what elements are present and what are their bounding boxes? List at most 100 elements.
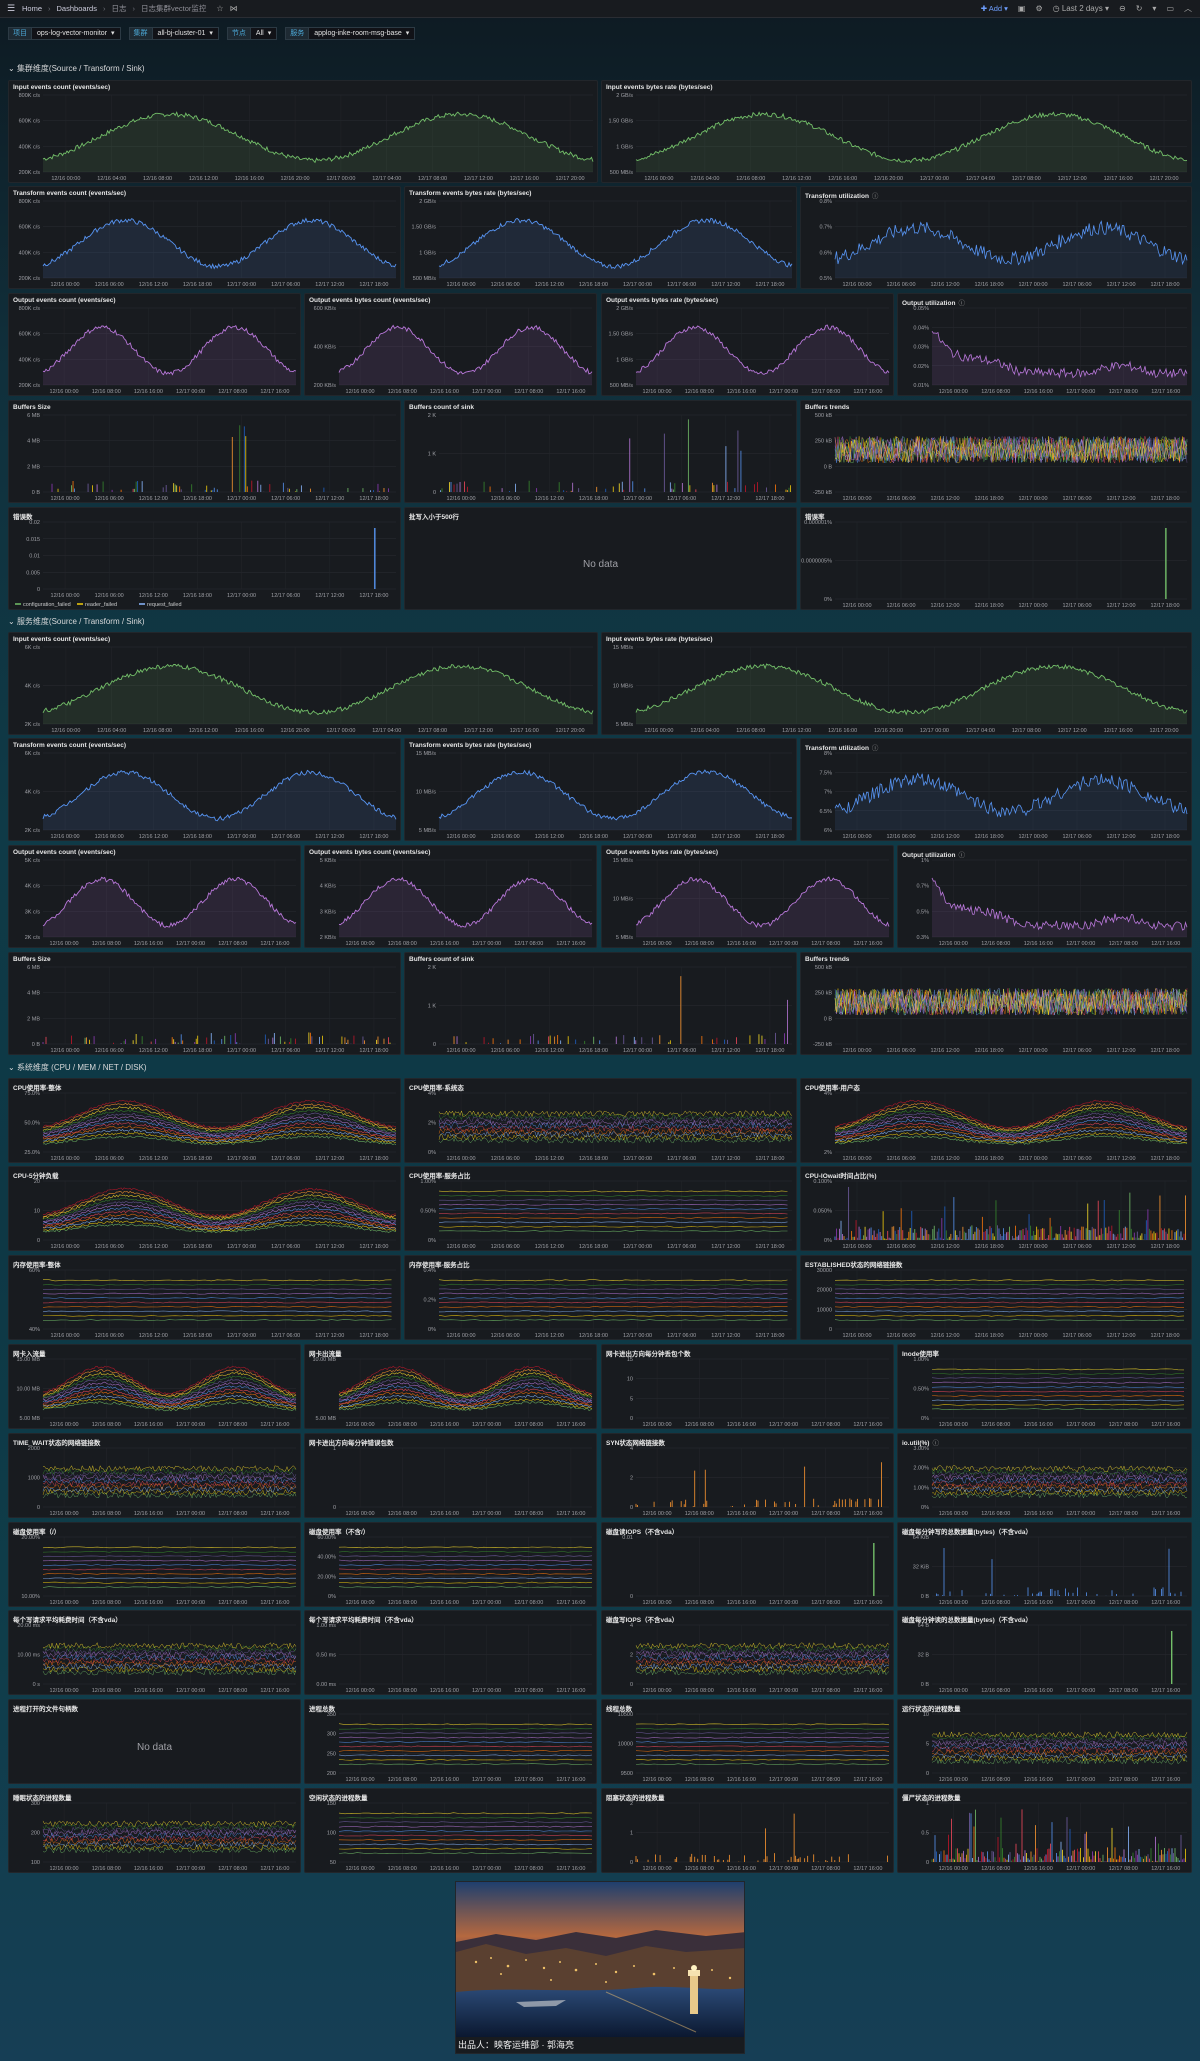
chevron-down-icon[interactable]: ▾ [1152, 4, 1156, 13]
panel-s7[interactable]: Output events bytes count (events/sec) 5 … [304, 845, 597, 948]
breadcrumb-home[interactable]: Home [22, 4, 42, 13]
panel-c6[interactable]: CPU-IOwait时间占比(%) 0.100% 0.050% 0% 12/16 00:… [800, 1166, 1192, 1251]
panel-p9[interactable]: Output utilization ⓘ 0.05% 0.04% 0.03% 0.02% 0… [897, 293, 1192, 396]
variable-project[interactable]: 项目 ops-log-vector-monitor ▾ [8, 26, 121, 40]
panel-c1[interactable]: CPU使用率-整体 75.0% 50.0% 25.0% 12/16 00:00 12/16… [8, 1078, 401, 1163]
panel-p10[interactable]: Buffers Size 6 MB 4 MB 2 MB 0 B 12/16 00:00 12… [8, 400, 401, 503]
panel-c9[interactable]: ESTABLISHED状态的网络链接数 30000 20000 10000 0 12/16… [800, 1255, 1192, 1340]
panel-s5[interactable]: Transform utilization ⓘ 8% 7.5% 7% 6.5% 6% 12/1… [800, 738, 1192, 841]
panel-c12[interactable]: 网卡进出方向每分钟丢包个数 15 10 5 0 12/16 00:00 12/16 08:0… [601, 1344, 894, 1429]
panel-c18[interactable]: 磁盘使用率（/） 20.00% 10.00% 12/16 00:00 12/16 08:… [8, 1522, 301, 1607]
variable-service[interactable]: 服务 applog-inke-room-msg-base ▾ [285, 26, 416, 40]
panel-c7[interactable]: 内存使用率-整体 60% 40% 12/16 00:00 12/16 06:00 12/1… [8, 1255, 401, 1340]
panel-s6[interactable]: Output events count (events/sec) 5K c/s 4K… [8, 845, 301, 948]
panel-c19[interactable]: 磁盘使用率（不含/） 60.00% 40.00% 20.00% 0% 12/16 00:0… [304, 1522, 597, 1607]
menu-icon[interactable]: ☰ [0, 3, 22, 14]
panel-s4[interactable]: Transform events bytes rate (bytes/sec) 1… [404, 738, 797, 841]
panel-c21[interactable]: 磁盘每分钟写的总数据量(bytes)（不含vda） 64 KiB 32 KiB 0 B… [897, 1522, 1192, 1607]
legend-label[interactable]: configuration_failed [23, 602, 71, 608]
panel-s9[interactable]: Output utilization ⓘ 1% 0.7% 0.5% 0.3% 12/16 0… [897, 845, 1192, 948]
panel-c16[interactable]: SYN状态网络链接数 4 2 0 12/16 00:00 12/16 08:00 12/16… [601, 1433, 894, 1518]
panel-p1[interactable]: Input events count (events/sec) 800K c/s 6… [8, 80, 598, 183]
panel-p11[interactable]: Buffers count of sink 2 K1 K 0 12/16 00:00 1… [404, 400, 797, 503]
panel-c27[interactable]: 进程总数 350 300 250 200 12/16 00:00 12/16 08:00 12… [304, 1699, 597, 1784]
panel-c5[interactable]: CPU使用率-服务占比 1.00% 0.50% 0% 12/16 00:00 12/16 … [404, 1166, 797, 1251]
variable-value[interactable]: ops-log-vector-monitor ▾ [31, 26, 121, 40]
breadcrumb-folder[interactable]: 日志 [111, 3, 126, 14]
breadcrumb-dashboard[interactable]: 日志集群vector监控 [141, 3, 206, 14]
y-tick-label: 5K c/s [25, 858, 41, 864]
panel-c33[interactable]: 僵尸状态的进程数量 1 0.5 0 12/16 00:00 12/16 08:00 12/1… [897, 1788, 1192, 1873]
panel-c8[interactable]: 内存使用率-服务占比 0.4% 0.2% 0% 12/16 00:00 12/16 06:… [404, 1255, 797, 1340]
panel-c17[interactable]: io.util(%) ⓘ 3.00% 2.00% 1.00% 0% 12/16 00:00 1… [897, 1433, 1192, 1518]
panel-s11[interactable]: Buffers count of sink 2 K1 K 0 12/16 00:00 1… [404, 952, 797, 1055]
panel-s2[interactable]: Input events bytes rate (bytes/sec) 15 MB… [601, 632, 1192, 735]
breadcrumb-sep-icon: › [48, 4, 51, 13]
time-picker[interactable]: ◷ Last 2 days ▾ [1053, 4, 1109, 13]
panel-p7[interactable]: Output events bytes count (events/sec) 60… [304, 293, 597, 396]
x-tick-label: 12/16 00:00 [346, 389, 375, 395]
panel-c31[interactable]: 空闲状态的进程数量 150 100 50 12/16 00:00 12/16 08:00 1… [304, 1788, 597, 1873]
panel-c23[interactable]: 每个写请求平均耗费时间（不含vda） 1.00 ms 0.50 ms 0.00 ms 1… [304, 1610, 597, 1695]
x-tick-label: 12/16 12:00 [139, 1333, 168, 1339]
panel-p13[interactable]: 错误数 0.02 0.015 0.01 0.005 0 12/16 00:00 12/16 0… [8, 507, 401, 610]
panel-title[interactable]: 批写入小于500行 [409, 511, 459, 521]
panel-c30[interactable]: 睡眠状态的进程数量 300 200 100 12/16 00:00 12/16 08:00… [8, 1788, 301, 1873]
panel-c32[interactable]: 阻塞状态的进程数量 2 1 0 12/16 00:00 12/16 08:00 12/16 … [601, 1788, 894, 1873]
panel-p12[interactable]: Buffers trends 500 kB 250 kB 0 B -250 kB 12/1… [800, 400, 1192, 503]
panel-c25[interactable]: 磁盘每分钟读的总数据量(bytes)（不含vda） 64 B 32 B0 B 12/1… [897, 1610, 1192, 1695]
row-system[interactable]: ⌄ 系统维度 (CPU / MEM / NET / DISK) [8, 1062, 147, 1073]
panel-p3[interactable]: Transform events count (events/sec) 800K … [8, 186, 401, 289]
share-icon[interactable]: ⋈ [230, 4, 238, 13]
row-service[interactable]: ⌄ 服务维度(Source / Transform / Sink) [8, 616, 145, 627]
panel-c22[interactable]: 每个写请求平均耗费时间（不含vda） 20.00 ms 10.00 ms 0 s 12/… [8, 1610, 301, 1695]
chevron-up-icon[interactable]: ︿ [1184, 3, 1192, 14]
legend-label[interactable]: request_failed [147, 602, 182, 608]
star-icon[interactable]: ☆ [216, 4, 223, 13]
variable-value[interactable]: All ▾ [249, 26, 278, 40]
panel-s12[interactable]: Buffers trends 500 kB 250 kB 0 B -250 kB 12/1… [800, 952, 1192, 1055]
panel-c4[interactable]: CPU-5分钟负载 20 10 0 12/16 00:00 12/16 06:00 12/1… [8, 1166, 401, 1251]
panel-p4[interactable]: Transform events bytes rate (bytes/sec) 2… [404, 186, 797, 289]
series-line [635, 1758, 890, 1761]
panel-c13[interactable]: Inode使用率 1.00% 0.50% 0% 12/16 00:00 12/16 08:… [897, 1344, 1192, 1429]
panel-c24[interactable]: 磁盘写IOPS（不含vda） 4 2 0 12/16 00:00 12/16 08:00 1… [601, 1610, 894, 1695]
panel-c14[interactable]: TIME_WAIT状态的网络链接数 2000 1000 0 12/16 00:00 12/… [8, 1433, 301, 1518]
panel-c29[interactable]: 运行状态的进程数量 10 5 0 12/16 00:00 12/16 08:00 12/16… [897, 1699, 1192, 1784]
panel-c2[interactable]: CPU使用率-系统态 4% 2% 0% 12/16 00:00 12/16 06:00 12… [404, 1078, 797, 1163]
panel-p15[interactable]: 错误率 0.000001% 0.0000005% 0% 12/16 00:00 12/16… [800, 507, 1192, 610]
panel-s1[interactable]: Input events count (events/sec) 6K c/s 4K … [8, 632, 598, 735]
add-button[interactable]: ✚ Add ▾ [981, 4, 1008, 13]
tv-mode-icon[interactable]: ▭ [1166, 4, 1174, 13]
variable-value[interactable]: applog-inke-room-msg-base ▾ [308, 26, 416, 40]
x-tick-label: 12/16 16:00 [235, 176, 264, 182]
panel-p2[interactable]: Input events bytes rate (bytes/sec) 2 GB/… [601, 80, 1192, 183]
panel-p6[interactable]: Output events count (events/sec) 800K c/s… [8, 293, 301, 396]
breadcrumb-dashboards[interactable]: Dashboards [57, 4, 97, 13]
panel-c20[interactable]: 磁盘读IOPS（不含vda） 0.01 0 12/16 00:00 12/16 08:0… [601, 1522, 894, 1607]
panel-s3[interactable]: Transform events count (events/sec) 6K c/… [8, 738, 401, 841]
panel-c3[interactable]: CPU使用率-用户态 4% 2% 12/16 00:00 12/16 06:00 12/1… [800, 1078, 1192, 1163]
variable-node[interactable]: 节点 All ▾ [226, 26, 278, 40]
panel-c11[interactable]: 网卡出流量 10.00 MB 5.00 MB 12/16 00:00 12/16 08:… [304, 1344, 597, 1429]
legend-label[interactable]: reader_failed [85, 602, 117, 608]
panel-c10[interactable]: 网卡入流量 15.00 MB 10.00 MB 5.00 MB 12/16 00:00 1… [8, 1344, 301, 1429]
variable-cluster[interactable]: 集群 all-bj-cluster-01 ▾ [128, 26, 219, 40]
panel-s10[interactable]: Buffers Size 6 MB 4 MB 2 MB 0 B 12/16 00:00 12… [8, 952, 401, 1055]
panel-c26[interactable]: 进程打开的文件句柄数 No data [8, 1699, 301, 1784]
panel-title[interactable]: 进程打开的文件句柄数 [13, 1703, 78, 1713]
panel-p5[interactable]: Transform utilization ⓘ 0.8% 0.7% 0.6% 0.5% 12… [800, 186, 1192, 289]
variable-value[interactable]: all-bj-cluster-01 ▾ [151, 26, 219, 40]
save-icon[interactable]: ▣ [1018, 4, 1026, 13]
panel-c28[interactable]: 线程总数 10500 10000 9500 12/16 00:00 12/16 08:00… [601, 1699, 894, 1784]
y-tick-label: 75.0% [24, 1091, 40, 1097]
panel-p8[interactable]: Output events bytes rate (bytes/sec) 2 GB… [601, 293, 894, 396]
gear-icon[interactable]: ⚙ [1035, 4, 1042, 13]
panel-c15[interactable]: 网卡进出方向每分钟错误包数 1 0 12/16 00:00 12/16 08:00 12/… [304, 1433, 597, 1518]
zoom-out-icon[interactable]: ⊖ [1119, 4, 1126, 13]
panel-p14[interactable]: 批写入小于500行 No data [404, 507, 797, 610]
y-tick-label: 4% [824, 1091, 832, 1097]
row-cluster[interactable]: ⌄ 集群维度(Source / Transform / Sink) [8, 63, 145, 74]
refresh-icon[interactable]: ↻ [1136, 4, 1143, 13]
panel-s8[interactable]: Output events bytes rate (bytes/sec) 15 M… [601, 845, 894, 948]
